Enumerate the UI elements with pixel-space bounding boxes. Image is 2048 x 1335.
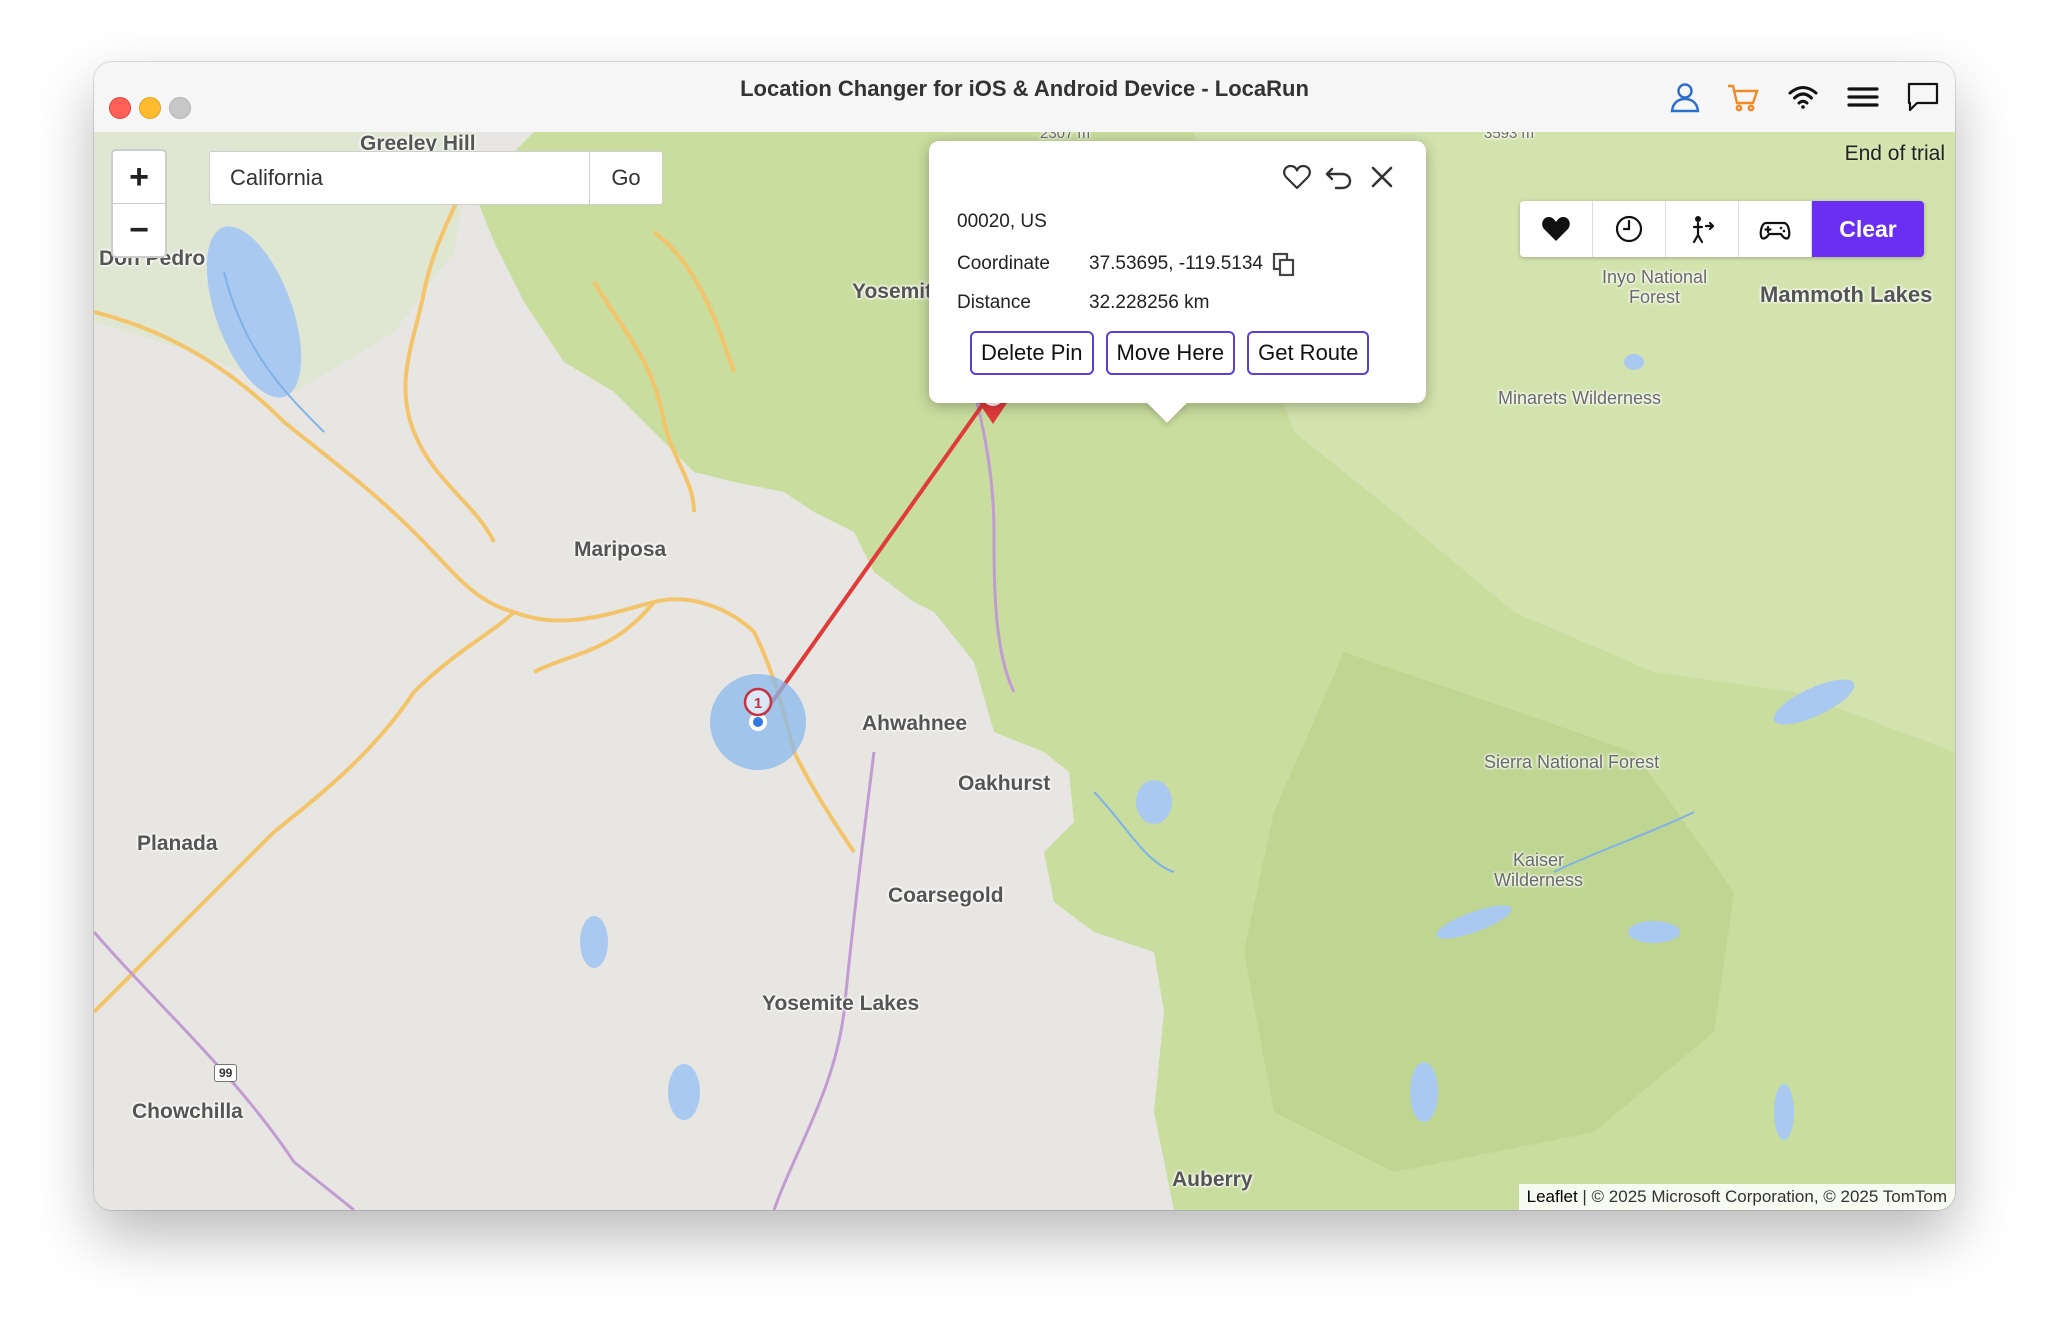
popup-actions: Delete Pin Move Here Get Route [970,331,1370,375]
menu-icon[interactable] [1846,80,1880,114]
gamepad-icon [1759,221,1791,240]
place-mammoth-lakes: Mammoth Lakes [1760,282,1933,307]
place-inyo-line1: Inyo National [1602,267,1708,287]
place-oakhurst: Oakhurst [958,772,1051,795]
app-window: Location Changer for iOS & Android Devic… [94,62,1955,1210]
favorites-button[interactable] [1520,201,1593,257]
place-chowchilla: Chowchilla [132,1100,243,1123]
walk-mode-button[interactable] [1666,201,1739,257]
place-kaiser: Kaiser Wilderness [1494,850,1583,890]
zoom-out-button[interactable]: − [113,203,165,256]
search-input[interactable] [210,152,589,204]
place-coarsegold: Coarsegold [888,884,1004,907]
place-ahwahnee: Ahwahnee [862,712,968,735]
place-kaiser-line2: Wilderness [1494,870,1584,890]
zoom-in-button[interactable]: + [113,151,165,203]
distance-row: Distance 32.228256 km [957,292,1209,314]
favorite-icon[interactable] [1281,161,1313,193]
trial-status: End of trial [1844,142,1945,165]
coordinate-value: 37.53695, -119.5134 [1089,253,1263,275]
cart-icon[interactable] [1726,80,1760,114]
place-mariposa: Mariposa [574,538,667,561]
wifi-icon[interactable] [1786,80,1820,114]
copy-icon[interactable] [1271,251,1297,277]
history-icon [1615,215,1643,243]
heart-icon [1542,217,1570,241]
move-here-button[interactable]: Move Here [1105,331,1236,375]
place-yosemite-lakes: Yosemite Lakes [762,992,920,1015]
close-icon[interactable] [1366,161,1398,193]
chat-icon[interactable] [1906,80,1940,114]
coordinate-row: Coordinate 37.53695, -119.5134 [957,251,1297,277]
distance-value: 32.228256 km [1089,292,1210,313]
elevation-label-right: 3593 m [1484,132,1535,142]
map-toolbar: Clear [1520,201,1924,257]
place-auberry: Auberry [1172,1168,1253,1191]
attribution-text: | © 2025 Microsoft Corporation, © 2025 T… [1577,1187,1947,1206]
joystick-button[interactable] [1739,201,1812,257]
map-attribution: Leaflet | © 2025 Microsoft Corporation, … [1518,1184,1955,1210]
place-planada: Planada [137,832,218,855]
place-minarets: Minarets Wilderness [1498,388,1662,408]
undo-icon[interactable] [1323,161,1355,193]
leaflet-link[interactable]: Leaflet [1527,1187,1578,1206]
user-icon[interactable] [1668,80,1702,114]
place-inyo-forest: Inyo National Forest [1602,267,1707,307]
go-button[interactable]: Go [589,152,662,204]
delete-pin-button[interactable]: Delete Pin [970,331,1094,375]
map-view[interactable]: 1 2 Greeley Hill Don Pedro Yosemit Marip… [94,132,1955,1210]
title-bar: Location Changer for iOS & Android Devic… [94,62,1955,133]
place-kaiser-line1: Kaiser [1513,850,1565,870]
place-yosemite: Yosemit [852,280,933,303]
search-bar: Go [209,151,663,205]
history-button[interactable] [1593,201,1666,257]
popup-address: 00020, US [957,211,1047,232]
place-sierra: Sierra National Forest [1484,752,1660,772]
location-popup: 00020, US Coordinate 37.53695, -119.5134 … [929,141,1426,423]
clear-button[interactable]: Clear [1812,201,1924,257]
place-inyo-line2: Forest [1629,287,1681,307]
get-route-button[interactable]: Get Route [1247,331,1370,375]
coordinate-label: Coordinate [957,253,1050,275]
svg-text:1: 1 [754,695,762,712]
highway-99-shield: 99 [214,1064,238,1082]
pin-1-marker[interactable]: 1 [743,687,773,717]
zoom-control: + − [111,149,167,258]
walk-mode-icon [1692,216,1715,244]
distance-label: Distance [957,292,1031,313]
